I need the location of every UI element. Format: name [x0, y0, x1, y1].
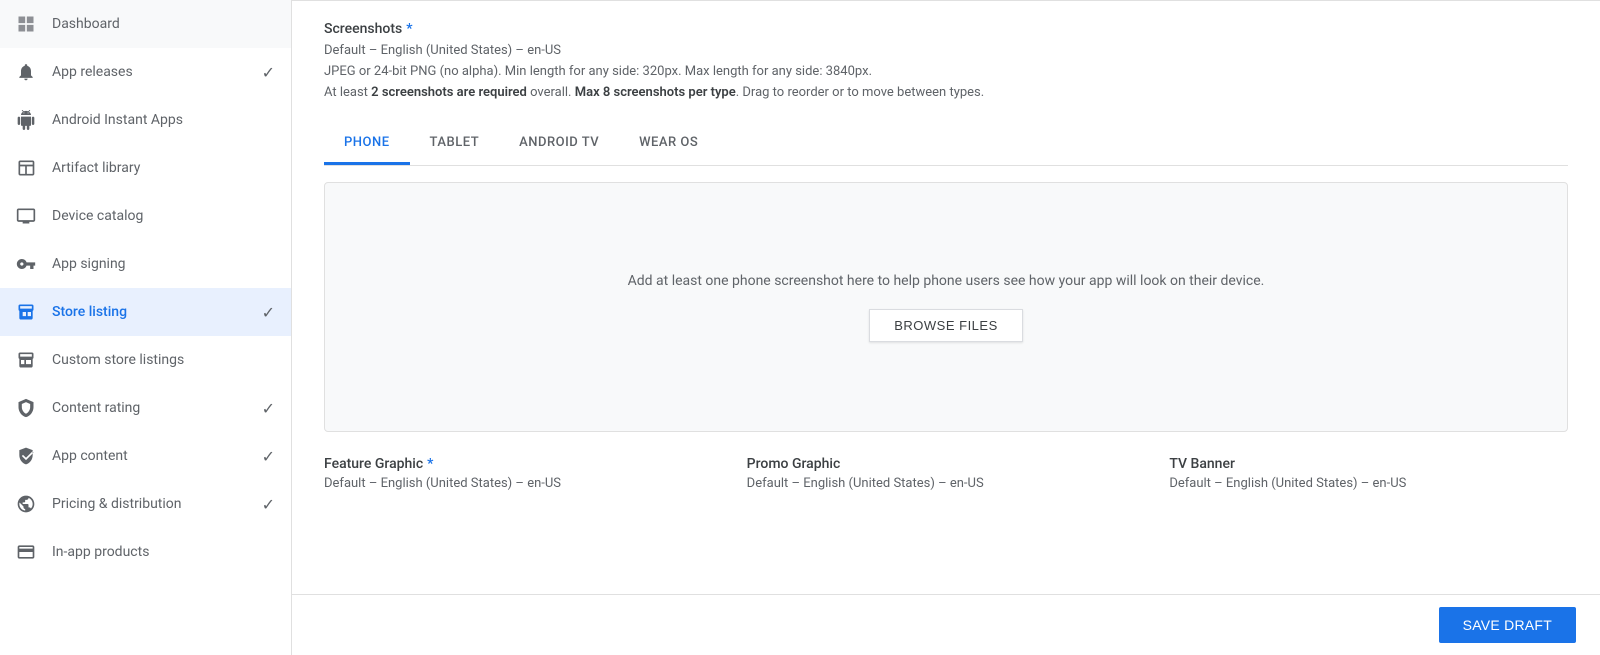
sidebar-item-label: Device catalog: [52, 208, 275, 224]
sidebar-item-artifact-library[interactable]: Artifact library: [0, 144, 291, 192]
custom-store-icon: [16, 350, 36, 370]
content-area: Screenshots * Default – English (United …: [292, 0, 1600, 594]
promo-graphic-subtitle: Default – English (United States) – en-U…: [747, 476, 1146, 491]
screenshots-subtitle-line2: JPEG or 24-bit PNG (no alpha). Min lengt…: [324, 64, 872, 79]
sidebar-item-app-signing[interactable]: App signing: [0, 240, 291, 288]
sidebar-item-label: Android Instant Apps: [52, 112, 275, 128]
tv-banner: TV Banner Default – English (United Stat…: [1169, 456, 1568, 491]
shield-icon: [16, 446, 36, 466]
sidebar: Dashboard App releases ✓ Android Instant…: [0, 0, 292, 655]
screenshots-title: Screenshots *: [324, 21, 1568, 37]
screenshots-title-text: Screenshots: [324, 21, 402, 37]
feature-graphic-required: *: [427, 456, 433, 472]
promo-graphic: Promo Graphic Default – English (United …: [747, 456, 1146, 491]
tab-android-tv[interactable]: ANDROID TV: [499, 123, 619, 165]
sidebar-item-pricing-distribution[interactable]: Pricing & distribution ✓: [0, 480, 291, 528]
sidebar-item-label: Artifact library: [52, 160, 275, 176]
screenshots-bold2: Max 8 screenshots per type: [575, 85, 736, 100]
content-inner: Screenshots * Default – English (United …: [292, 0, 1600, 523]
sidebar-item-label: Store listing: [52, 304, 246, 320]
android-icon: [16, 110, 36, 130]
tv-banner-title: TV Banner: [1169, 456, 1568, 472]
sidebar-item-label: Custom store listings: [52, 352, 275, 368]
content-rating-icon: [16, 398, 36, 418]
feature-graphic: Feature Graphic * Default – English (Uni…: [324, 456, 723, 491]
screenshots-section: Screenshots * Default – English (United …: [324, 1, 1568, 103]
sidebar-item-custom-store-listings[interactable]: Custom store listings: [0, 336, 291, 384]
screenshots-subtitle: Default – English (United States) – en-U…: [324, 41, 1568, 103]
sidebar-item-in-app-products[interactable]: In-app products: [0, 528, 291, 576]
save-draft-button[interactable]: SAVE DRAFT: [1439, 607, 1576, 643]
main-area: Screenshots * Default – English (United …: [292, 0, 1600, 655]
sidebar-item-android-instant-apps[interactable]: Android Instant Apps: [0, 96, 291, 144]
promo-graphic-title-text: Promo Graphic: [747, 456, 841, 472]
screenshot-dropzone[interactable]: Add at least one phone screenshot here t…: [324, 182, 1568, 432]
check-icon: ✓: [262, 63, 275, 82]
sidebar-item-label: App releases: [52, 64, 246, 80]
grid-icon: [16, 14, 36, 34]
tv-banner-subtitle: Default – English (United States) – en-U…: [1169, 476, 1568, 491]
sidebar-item-store-listing[interactable]: Store listing ✓: [0, 288, 291, 336]
sidebar-item-label: App content: [52, 448, 246, 464]
sidebar-item-content-rating[interactable]: Content rating ✓: [0, 384, 291, 432]
browse-files-button[interactable]: BROWSE FILES: [869, 309, 1023, 342]
screenshots-mid: overall.: [527, 85, 575, 100]
sidebar-item-label: Dashboard: [52, 16, 275, 32]
check-icon: ✓: [262, 447, 275, 466]
check-icon: ✓: [262, 303, 275, 322]
promo-graphic-title: Promo Graphic: [747, 456, 1146, 472]
sidebar-item-dashboard[interactable]: Dashboard: [0, 0, 291, 48]
screenshot-tabs: PHONE TABLET ANDROID TV WEAR OS: [324, 123, 1568, 166]
feature-graphic-title-text: Feature Graphic: [324, 456, 423, 472]
sidebar-item-device-catalog[interactable]: Device catalog: [0, 192, 291, 240]
check-icon: ✓: [262, 495, 275, 514]
store-icon: [16, 302, 36, 322]
bottom-bar: SAVE DRAFT: [292, 594, 1600, 655]
tab-phone[interactable]: PHONE: [324, 123, 410, 165]
bell-icon: [16, 62, 36, 82]
screenshots-post: . Drag to reorder or to move between typ…: [736, 85, 984, 100]
check-icon: ✓: [262, 399, 275, 418]
feature-graphic-title: Feature Graphic *: [324, 456, 723, 472]
sidebar-item-app-content[interactable]: App content ✓: [0, 432, 291, 480]
screenshots-subtitle-line1: Default – English (United States) – en-U…: [324, 43, 561, 58]
sidebar-item-label: Pricing & distribution: [52, 496, 246, 512]
sidebar-item-label: Content rating: [52, 400, 246, 416]
tab-wear-os[interactable]: WEAR OS: [619, 123, 718, 165]
dropzone-text: Add at least one phone screenshot here t…: [628, 273, 1265, 289]
card-icon: [16, 542, 36, 562]
sidebar-item-label: In-app products: [52, 544, 275, 560]
sidebar-item-label: App signing: [52, 256, 275, 272]
feature-graphic-subtitle: Default – English (United States) – en-U…: [324, 476, 723, 491]
device-icon: [16, 206, 36, 226]
key-icon: [16, 254, 36, 274]
sidebar-item-app-releases[interactable]: App releases ✓: [0, 48, 291, 96]
globe-icon: [16, 494, 36, 514]
screenshots-subtitle-line3-pre: At least: [324, 85, 371, 100]
screenshots-required: *: [406, 21, 412, 37]
table-icon: [16, 158, 36, 178]
screenshots-bold1: 2 screenshots are required: [371, 85, 527, 100]
tv-banner-title-text: TV Banner: [1169, 456, 1235, 472]
tab-tablet[interactable]: TABLET: [410, 123, 500, 165]
graphics-row: Feature Graphic * Default – English (Uni…: [324, 456, 1568, 491]
